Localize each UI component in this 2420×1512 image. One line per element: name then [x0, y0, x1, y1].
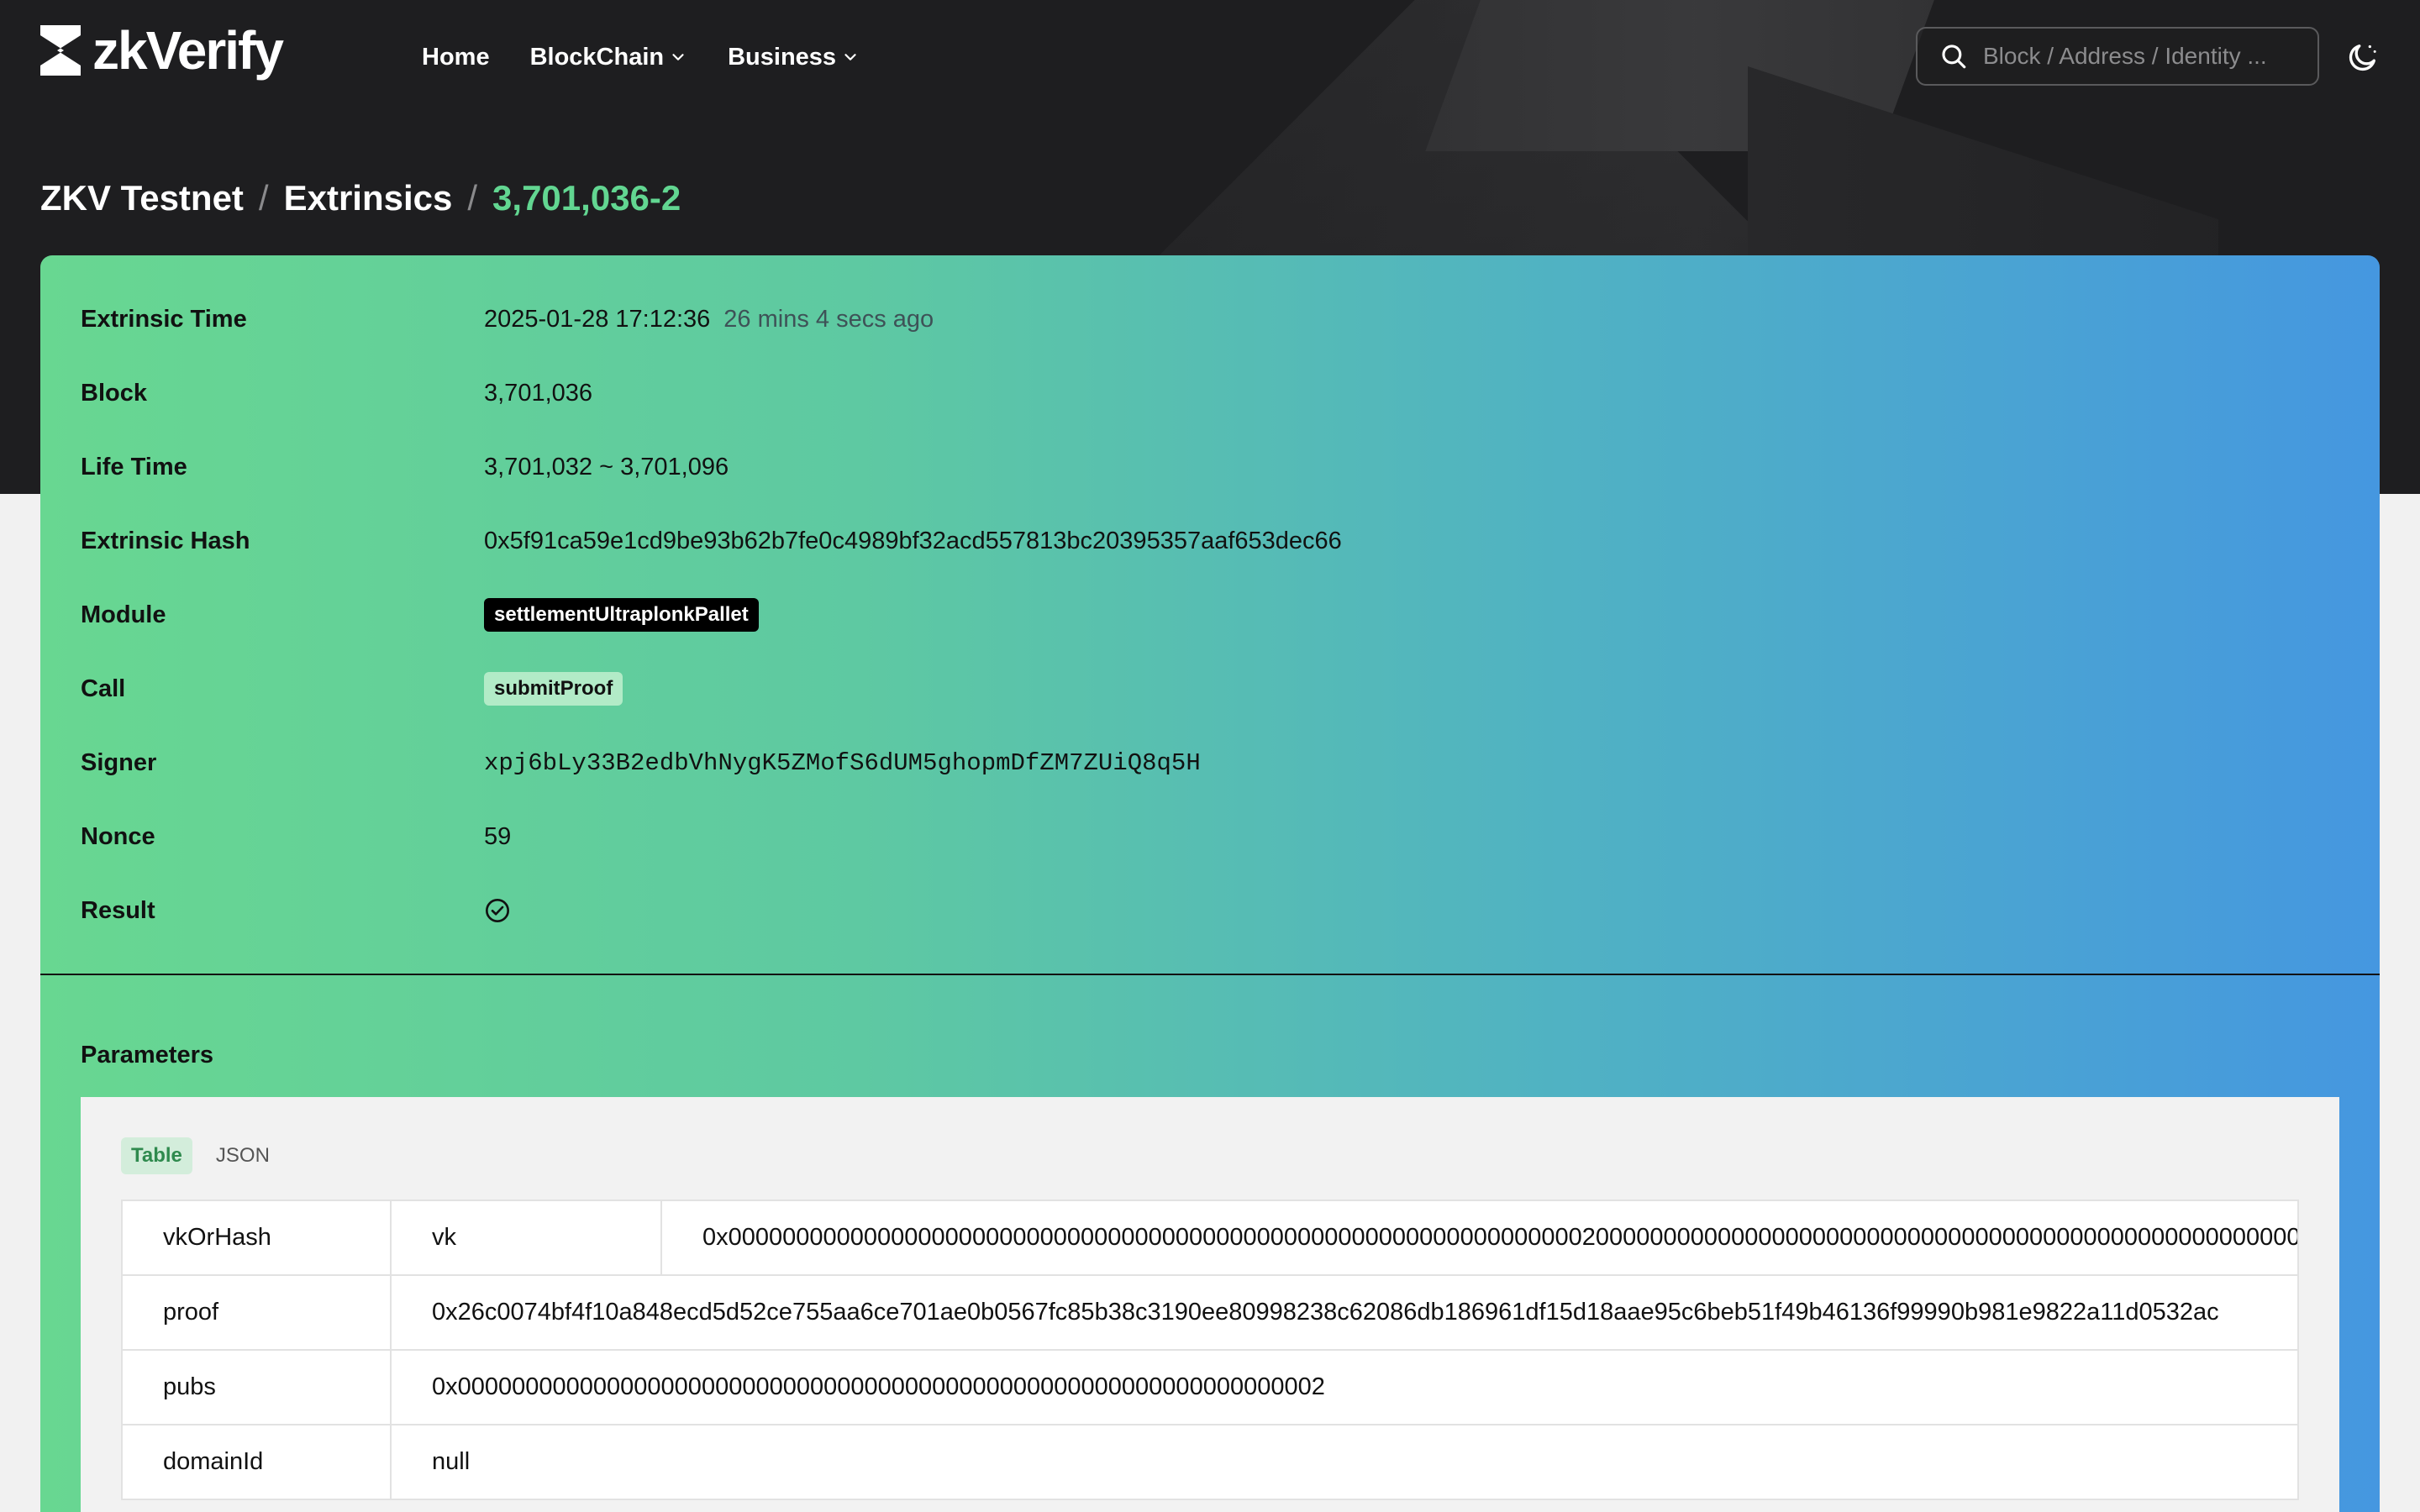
brand-name: zkVerify	[92, 20, 284, 81]
breadcrumb-separator: /	[258, 178, 269, 218]
parameters-title: Parameters	[81, 1042, 213, 1068]
block-value[interactable]: 3,701,036	[484, 380, 592, 407]
life-time-label: Life Time	[81, 453, 187, 480]
table-row: vkOrHash vk 0x00000000000000000000000000…	[121, 1200, 2299, 1276]
call-badge[interactable]: submitProof	[484, 672, 623, 706]
theme-toggle-moon-icon[interactable]	[2346, 40, 2380, 74]
breadcrumb-network[interactable]: ZKV Testnet	[40, 178, 244, 218]
call-label: Call	[81, 675, 126, 702]
breadcrumb-separator: /	[467, 178, 478, 218]
param-value: 0x26c0074bf4f10a848ecd5d52ce755aa6ce701a…	[390, 1274, 2299, 1351]
row-extrinsic-time: Extrinsic Time 2025-01-28 17:12:36 26 mi…	[81, 299, 934, 339]
nav-home[interactable]: Home	[422, 39, 490, 76]
result-label: Result	[81, 896, 155, 924]
nav-blockchain-label: BlockChain	[529, 43, 665, 71]
zkverify-logo-icon	[40, 25, 81, 76]
nav-blockchain[interactable]: BlockChain	[530, 39, 688, 76]
signer-label: Signer	[81, 748, 157, 776]
search-box[interactable]	[1916, 27, 2319, 86]
param-key: domainId	[121, 1424, 392, 1500]
row-result: Result	[81, 890, 511, 931]
param-key: vkOrHash	[121, 1200, 392, 1276]
row-module: Module settlementUltraplonkPallet	[81, 595, 759, 635]
chevron-down-icon	[672, 54, 684, 60]
top-navbar: zkVerify Home BlockChain Business	[0, 0, 2420, 114]
param-value: 0x00000000000000000000000000000000000000…	[390, 1349, 2299, 1425]
breadcrumb-current: 3,701,036-2	[492, 178, 681, 218]
tab-table[interactable]: Table	[121, 1137, 192, 1174]
row-life-time: Life Time 3,701,032 ~ 3,701,096	[81, 447, 729, 487]
extrinsic-time-ago: 26 mins 4 secs ago	[723, 305, 934, 333]
nonce-value: 59	[484, 822, 512, 850]
breadcrumb: ZKV Testnet / Extrinsics / 3,701,036-2	[40, 173, 681, 223]
signer-address[interactable]: xpj6bLy33B2edbVhNygK5ZMofS6dUM5ghopmDfZM…	[484, 749, 1201, 777]
search-input[interactable]	[1983, 43, 2311, 70]
breadcrumb-extrinsics[interactable]: Extrinsics	[284, 178, 453, 218]
parameters-table: vkOrHash vk 0x00000000000000000000000000…	[121, 1200, 2299, 1500]
row-block: Block 3,701,036	[81, 373, 592, 413]
table-row: domainId null	[121, 1424, 2299, 1500]
check-circle-icon	[486, 899, 509, 922]
section-divider	[40, 974, 2380, 975]
nav-business-label: Business	[728, 43, 837, 71]
parameters-tabs: Table JSON	[121, 1137, 293, 1174]
table-row: proof 0x26c0074bf4f10a848ecd5d52ce755aa6…	[121, 1274, 2299, 1351]
module-badge[interactable]: settlementUltraplonkPallet	[484, 598, 759, 632]
brand-logo[interactable]: zkVerify	[40, 20, 284, 81]
param-key: pubs	[121, 1349, 392, 1425]
param-value: 0x00000000000000000000000000000000000000…	[660, 1200, 2299, 1276]
row-extrinsic-hash: Extrinsic Hash 0x5f91ca59e1cd9be93b62b7f…	[81, 521, 1342, 561]
tab-json[interactable]: JSON	[206, 1137, 280, 1174]
param-subkey: vk	[390, 1200, 662, 1276]
table-row: pubs 0x000000000000000000000000000000000…	[121, 1349, 2299, 1425]
row-nonce: Nonce 59	[81, 816, 511, 857]
extrinsic-hash-label: Extrinsic Hash	[81, 527, 250, 554]
life-time-value: 3,701,032 ~ 3,701,096	[484, 453, 729, 480]
extrinsic-time-value: 2025-01-28 17:12:36	[484, 305, 711, 333]
search-icon	[1942, 45, 1966, 69]
row-call: Call submitProof	[81, 669, 623, 709]
param-value: null	[390, 1424, 2299, 1500]
nonce-label: Nonce	[81, 822, 155, 850]
module-label: Module	[81, 601, 166, 628]
chevron-down-icon	[844, 54, 856, 60]
nav-home-label: Home	[422, 43, 490, 71]
extrinsic-time-label: Extrinsic Time	[81, 305, 247, 333]
parameters-panel: Table JSON vkOrHash vk 0x000000000000000…	[81, 1097, 2339, 1512]
main-nav: Home BlockChain Business	[422, 39, 900, 76]
param-key: proof	[121, 1274, 392, 1351]
extrinsic-hash-value: 0x5f91ca59e1cd9be93b62b7fe0c4989bf32acd5…	[484, 527, 1342, 554]
extrinsic-detail-card: Extrinsic Time 2025-01-28 17:12:36 26 mi…	[40, 255, 2380, 1512]
row-signer: Signer xpj6bLy33B2edbVhNygK5ZMofS6dUM5gh…	[81, 743, 1201, 783]
block-label: Block	[81, 379, 147, 407]
nav-business[interactable]: Business	[728, 39, 860, 76]
